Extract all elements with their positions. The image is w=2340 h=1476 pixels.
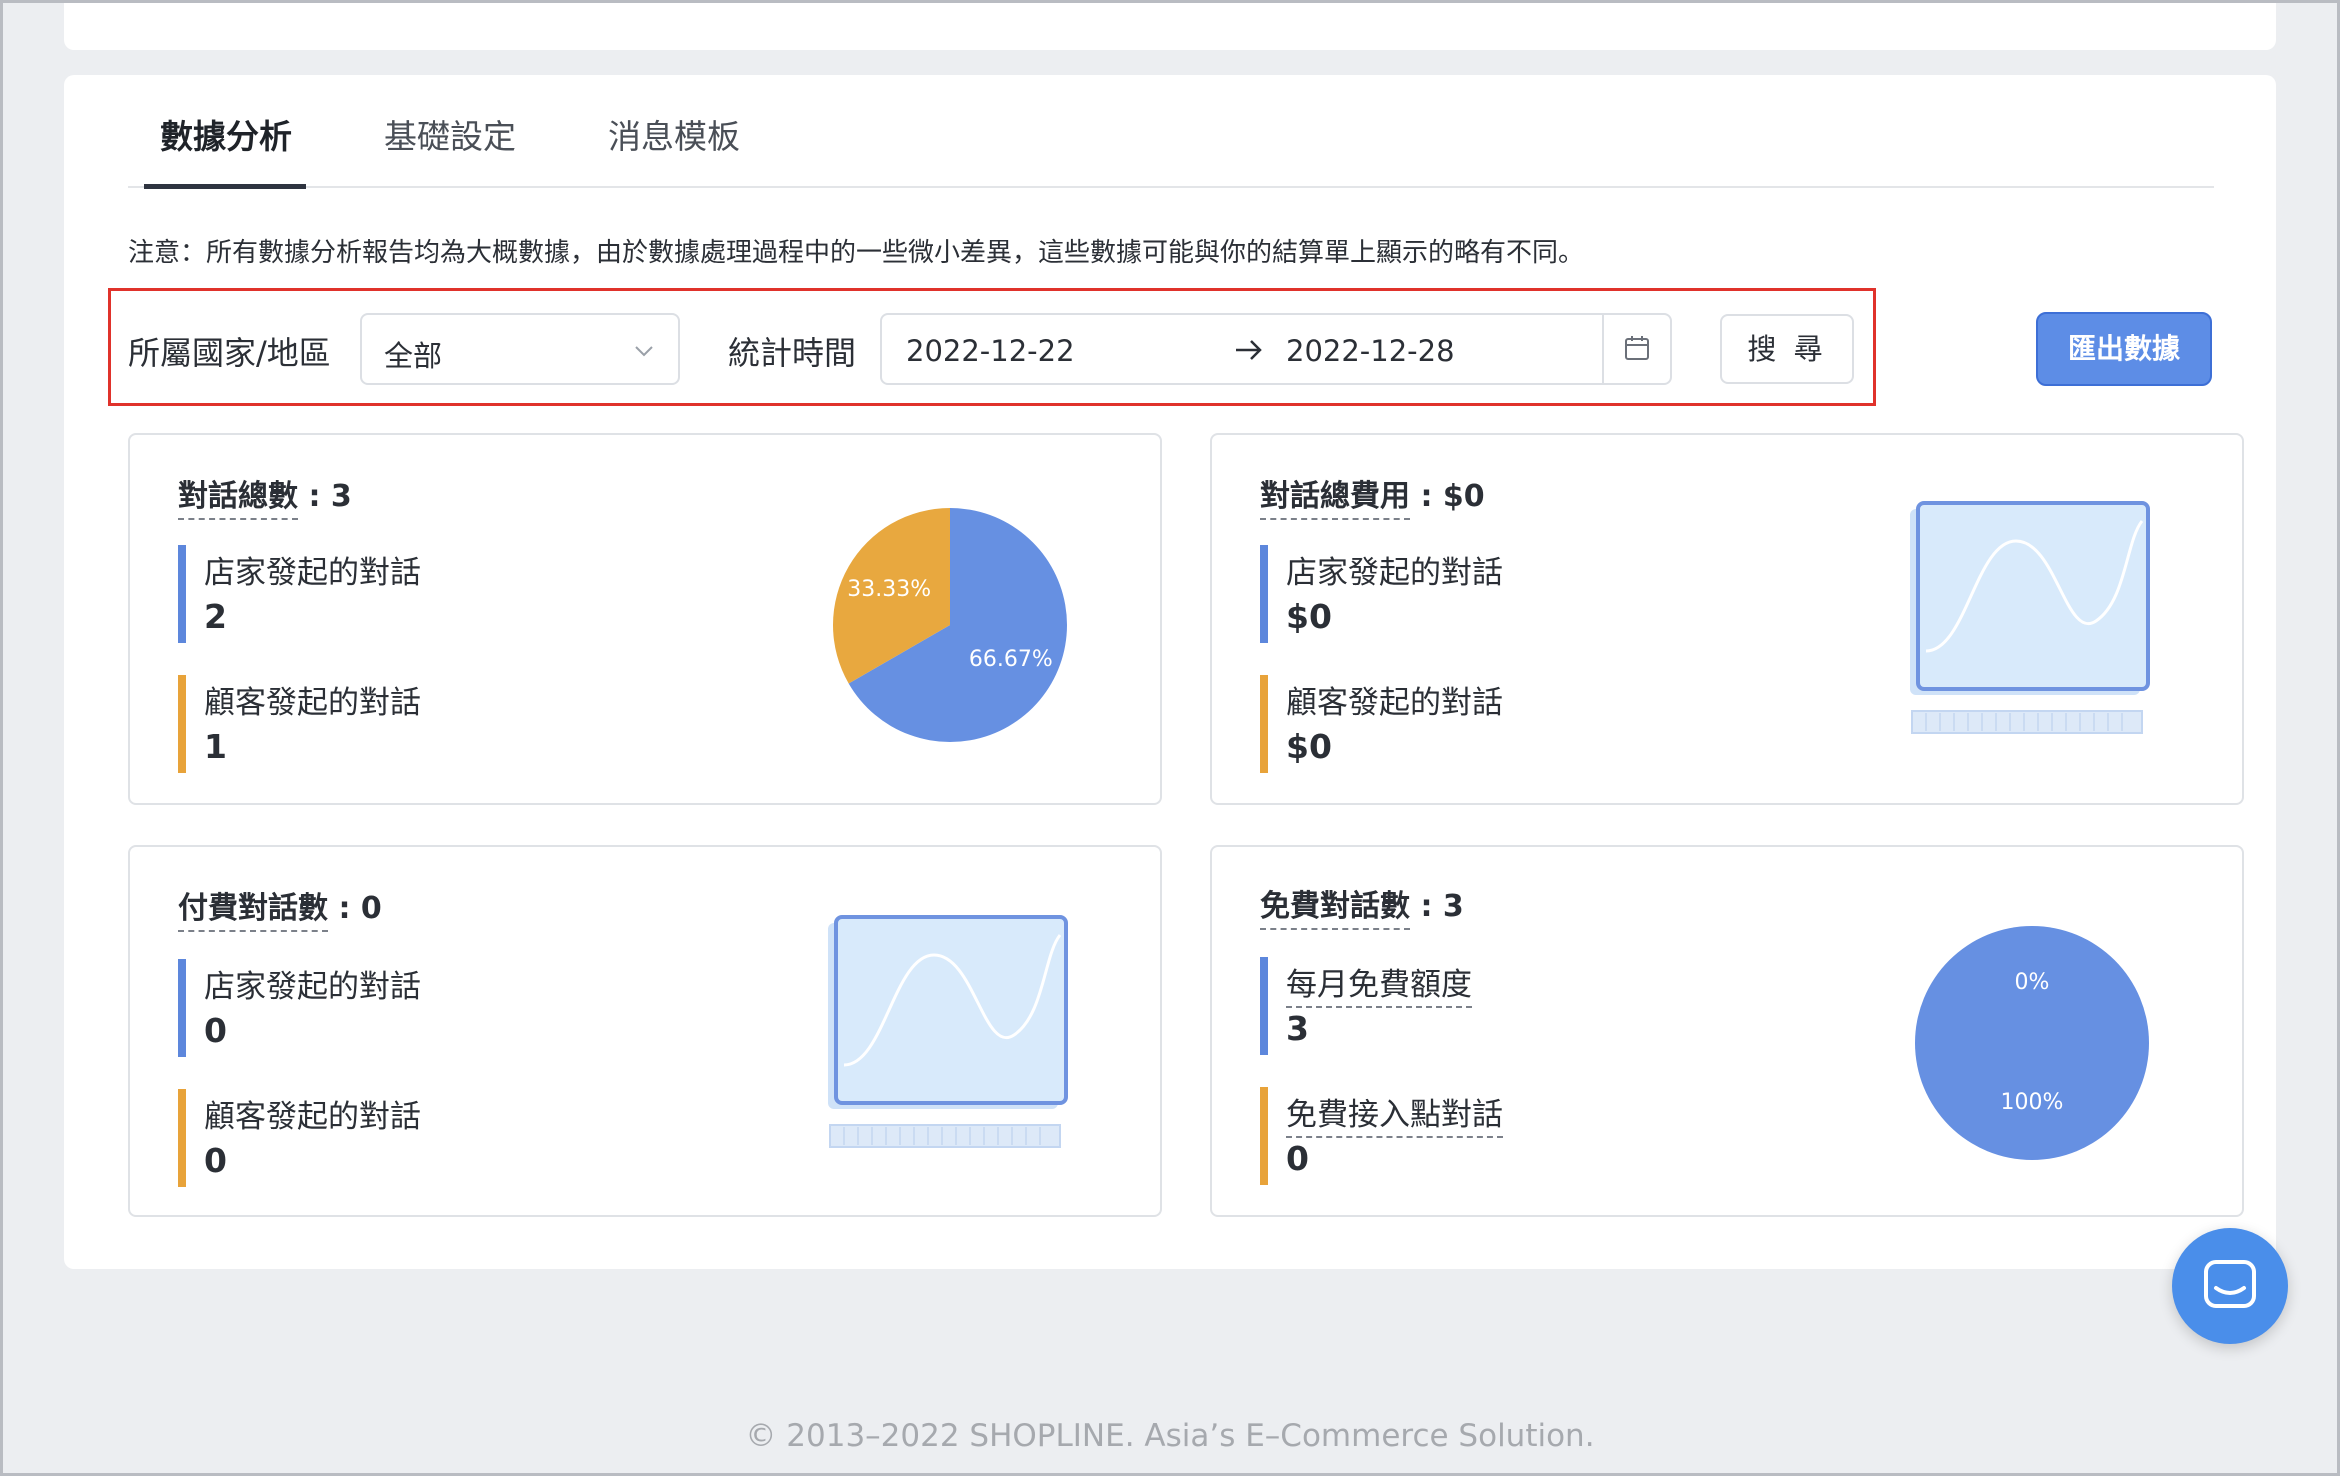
metric-color-bar — [1260, 1087, 1268, 1185]
total-cost-card: 對話總費用 : $0 店家發起的對話 $0 顧客發起的對話 $0 — [1210, 433, 2244, 805]
pie-slice-label: 100% — [2001, 1090, 2064, 1115]
notice-text: 注意：所有數據分析報告均為大概數據，由於數據處理過程中的一些微小差異，這些數據可… — [128, 238, 1585, 268]
metric-color-bar — [178, 675, 186, 773]
free-conversation-pie-chart: 100% 0% — [1915, 926, 2149, 1160]
card-title: 對話總費用 : $0 — [1260, 471, 1485, 520]
metric-label: 顧客發起的對話 — [204, 685, 421, 721]
tab-message-templates[interactable]: 消息模板 — [608, 110, 740, 158]
customer-initiated-metric: 顧客發起的對話 1 — [178, 675, 578, 775]
metric-label: 每月免費額度 — [1286, 959, 1472, 1008]
tab-basic-settings[interactable]: 基礎設定 — [384, 110, 516, 158]
metric-label: 顧客發起的對話 — [204, 1099, 421, 1135]
card-title-value: : 0 — [338, 891, 382, 926]
date-to[interactable]: 2022-12-28 — [1286, 334, 1455, 368]
metric-value: 0 — [204, 1141, 227, 1180]
card-title-value: : $0 — [1420, 479, 1485, 514]
metric-label: 店家發起的對話 — [1286, 555, 1503, 591]
customer-initiated-metric: 顧客發起的對話 0 — [178, 1089, 578, 1189]
card-title: 對話總數 : 3 — [178, 471, 352, 520]
metric-label: 店家發起的對話 — [204, 555, 421, 591]
metric-label: 免費接入點對話 — [1286, 1089, 1503, 1138]
card-title: 免費對話數 : 3 — [1260, 881, 1464, 930]
metric-label: 顧客發起的對話 — [1286, 685, 1503, 721]
metric-value: 1 — [204, 727, 227, 766]
customer-initiated-metric: 顧客發起的對話 $0 — [1260, 675, 1660, 775]
pie-slice-label: 66.67% — [969, 647, 1053, 672]
metric-color-bar — [178, 1089, 186, 1187]
paid-conversations-card: 付費對話數 : 0 店家發起的對話 0 顧客發起的對話 0 — [128, 845, 1162, 1217]
metric-color-bar — [1260, 545, 1268, 643]
free-conversations-card: 免費對話數 : 3 每月免費額度 3 免費接入點對話 0 100% 0% — [1210, 845, 2244, 1217]
pie-slice-label: 0% — [2015, 970, 2050, 995]
card-title-value: : 3 — [308, 479, 352, 514]
monthly-free-quota-metric: 每月免費額度 3 — [1260, 957, 1660, 1057]
chat-launcher-button[interactable] — [2172, 1228, 2288, 1344]
calendar-icon[interactable] — [1622, 333, 1652, 363]
metric-label: 店家發起的對話 — [204, 969, 421, 1005]
footer-copyright: © 2013–2022 SHOPLINE. Asia’s E–Commerce … — [745, 1418, 1595, 1454]
card-title-label: 對話總數 — [178, 479, 298, 520]
tab-data-analysis[interactable]: 數據分析 — [160, 110, 292, 158]
region-select-value: 全部 — [384, 339, 443, 373]
metric-color-bar — [1260, 675, 1268, 773]
empty-chart-icon — [828, 915, 1068, 1148]
metric-value: 3 — [1286, 1009, 1309, 1048]
card-title-label: 付費對話數 — [178, 891, 328, 932]
metric-value: $0 — [1286, 597, 1332, 636]
date-range-picker[interactable]: 2022-12-22 2022-12-28 — [880, 313, 1672, 385]
card-title: 付費對話數 : 0 — [178, 883, 382, 932]
metric-color-bar — [178, 545, 186, 643]
metric-value: 2 — [204, 597, 227, 636]
period-label: 統計時間 — [728, 334, 857, 372]
conversation-pie-chart: 66.67% 33.33% — [833, 508, 1067, 742]
top-card — [64, 0, 2276, 50]
metric-color-bar — [178, 959, 186, 1057]
search-button[interactable]: 搜 尋 — [1720, 314, 1854, 384]
metric-value: $0 — [1286, 727, 1332, 766]
metric-color-bar — [1260, 957, 1268, 1055]
metric-value: 0 — [1286, 1139, 1309, 1178]
chevron-down-icon — [635, 346, 653, 357]
card-title-value: : 3 — [1420, 889, 1464, 924]
card-title-label: 對話總費用 — [1260, 479, 1410, 520]
divider — [1602, 315, 1604, 383]
pie-slice[interactable] — [1915, 926, 2149, 1160]
card-title-label: 免費對話數 — [1260, 889, 1410, 930]
region-label: 所屬國家/地區 — [128, 334, 331, 372]
export-data-button[interactable]: 匯出數據 — [2036, 312, 2212, 386]
total-conversations-card: 對話總數 : 3 店家發起的對話 2 顧客發起的對話 1 66.67% 33.33… — [128, 433, 1162, 805]
active-tab-indicator — [144, 184, 306, 189]
region-select[interactable]: 全部 — [360, 313, 680, 385]
pie-slice-label: 33.33% — [847, 577, 931, 602]
chat-icon — [2204, 1260, 2256, 1308]
arrow-right-icon — [1236, 340, 1262, 360]
merchant-initiated-metric: 店家發起的對話 $0 — [1260, 545, 1660, 645]
tab-bar: 數據分析 基礎設定 消息模板 — [128, 96, 2214, 189]
date-from[interactable]: 2022-12-22 — [906, 334, 1075, 368]
merchant-initiated-metric: 店家發起的對話 0 — [178, 959, 578, 1059]
metric-value: 0 — [204, 1011, 227, 1050]
merchant-initiated-metric: 店家發起的對話 2 — [178, 545, 578, 645]
free-entry-point-metric: 免費接入點對話 0 — [1260, 1087, 1660, 1187]
empty-chart-icon — [1910, 501, 2150, 734]
